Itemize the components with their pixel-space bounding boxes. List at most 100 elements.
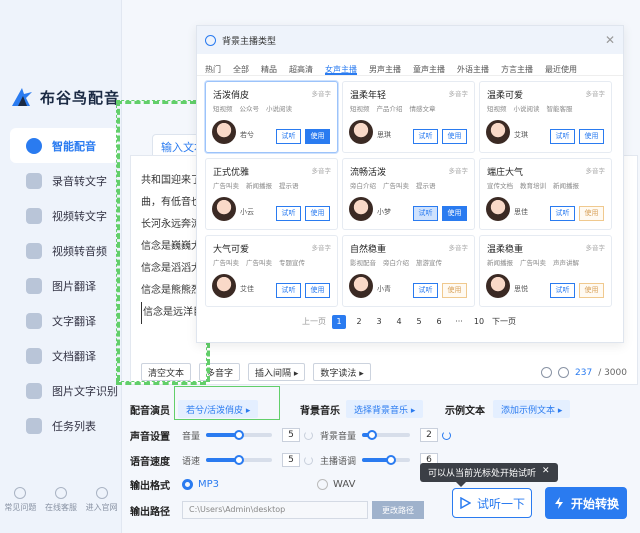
video-audio-icon: [26, 242, 42, 259]
avatar: [486, 274, 510, 298]
start-convert-button[interactable]: 开始转换: [545, 487, 627, 519]
try-listen-button[interactable]: 试听: [413, 129, 438, 144]
voice-card[interactable]: 活泼俏皮 多音字 短视频 公众号 小说阅读 若兮 试听 使用: [205, 81, 338, 153]
volume-slider-knob[interactable]: [234, 430, 245, 440]
sidebar-item[interactable]: 任务列表: [10, 408, 118, 443]
tab-category[interactable]: 最近使用: [545, 64, 577, 75]
try-listen-button[interactable]: 试听: [276, 283, 301, 298]
settings-icon[interactable]: [541, 367, 552, 378]
voice-tag: 产品介绍: [376, 105, 403, 113]
sidebar-item[interactable]: 视频转音频: [10, 233, 118, 268]
editor-tool-button[interactable]: 数字读法 ▸: [313, 363, 371, 381]
use-voice-button[interactable]: 使用: [442, 206, 467, 221]
voice-tag: 短视频: [213, 105, 233, 113]
speed-reset-icon[interactable]: [304, 455, 314, 465]
tab-category[interactable]: 全部: [233, 64, 249, 75]
voice-card[interactable]: 温柔可爱 多音字 短视频 小说阅读 智能客服 艾琪 试听 使用: [479, 81, 612, 153]
try-listen-button[interactable]: 试听: [550, 283, 575, 298]
voice-card[interactable]: 自然稳重 多音字 影视配音 旁白介绍 旅游宣传 小青 试听 使用: [342, 235, 475, 307]
try-listen-button[interactable]: 试听: [413, 206, 438, 221]
voice-card[interactable]: 温柔稳重 多音字 新闻播报 广告叫卖 声声讲解 思悦 试听 使用: [479, 235, 612, 307]
tab-category[interactable]: 童声主播: [413, 64, 445, 75]
page-number[interactable]: 3: [372, 315, 386, 329]
mp3-label[interactable]: MP3: [198, 479, 219, 490]
popup-close-icon[interactable]: ✕: [605, 33, 615, 47]
speed-slider[interactable]: [206, 455, 273, 465]
try-listen-button[interactable]: 试听: [276, 206, 301, 221]
sidebar-item[interactable]: 文字翻译: [10, 303, 118, 338]
voice-actor-name: 小青: [377, 285, 391, 293]
editor-tool-button[interactable]: 清空文本: [141, 363, 192, 381]
tab-category[interactable]: 热门: [205, 64, 221, 75]
editor-tool-button[interactable]: 插入间隔 ▸: [248, 363, 306, 381]
page-number[interactable]: 6: [432, 315, 446, 329]
sidebar-item[interactable]: 智能配音: [10, 128, 118, 163]
try-listen-button[interactable]: 试听: [413, 283, 438, 298]
page-number[interactable]: 5: [412, 315, 426, 329]
try-listen-button[interactable]: 试听: [550, 206, 575, 221]
bgm-select[interactable]: 选择背景音乐 ▸: [346, 400, 424, 418]
speed-slider-knob[interactable]: [234, 455, 245, 465]
page-number[interactable]: 1: [332, 315, 346, 329]
use-voice-button[interactable]: 使用: [579, 129, 604, 144]
mp3-radio[interactable]: [182, 478, 193, 490]
multi-pronunciation-badge: 多音字: [448, 167, 469, 175]
use-voice-button[interactable]: 使用: [305, 129, 330, 144]
editor-text[interactable]: 共和国迎来了曲，有低音也长河永远奔流， 信念是巍巍大信念是滔滔大信念是熊熊烈信念是…: [141, 170, 201, 324]
tab-category[interactable]: 精品: [261, 64, 277, 75]
tone-slider[interactable]: [362, 455, 411, 465]
tone-slider-knob[interactable]: [385, 455, 396, 465]
wav-label[interactable]: WAV: [333, 479, 355, 490]
try-listen-button[interactable]: 试听: [550, 129, 575, 144]
volume-value[interactable]: 5: [282, 428, 301, 442]
bg-volume-slider-knob[interactable]: [366, 430, 377, 440]
history-icon[interactable]: [558, 367, 569, 378]
listen-button[interactable]: 试听一下: [452, 488, 532, 518]
voice-card[interactable]: 流畅活泼 多音字 旁白介绍 广告叫卖 提示语 小梦 试听 使用: [342, 158, 475, 230]
page-number[interactable]: 2: [352, 315, 366, 329]
bg-volume-value[interactable]: 2: [420, 428, 439, 442]
sample-select[interactable]: 添加示例文本 ▸: [493, 400, 571, 418]
voice-style-name: 流畅活泼: [350, 168, 387, 178]
use-voice-button[interactable]: 使用: [305, 283, 330, 298]
char-count-total: / 3000: [598, 367, 627, 378]
page-number[interactable]: 4: [392, 315, 406, 329]
bg-volume-slider[interactable]: [362, 430, 411, 440]
use-voice-button[interactable]: 使用: [442, 129, 467, 144]
page-number[interactable]: ···: [452, 315, 466, 329]
tab-category[interactable]: 方言主播: [501, 64, 533, 75]
try-listen-button[interactable]: 试听: [276, 129, 301, 144]
tab-category[interactable]: 男声主播: [369, 64, 401, 75]
voice-card[interactable]: 大气可爱 多音字 广告叫卖 广告叫卖 专题宣传 艾佳 试听 使用: [205, 235, 338, 307]
voice-card[interactable]: 端庄大气 多音字 宣传文档 教育培训 新闻播报 思佳 试听 使用: [479, 158, 612, 230]
footer-link[interactable]: 进入官网: [86, 487, 118, 513]
use-voice-button[interactable]: 使用: [442, 283, 467, 298]
prev-page-button[interactable]: 上一页: [302, 315, 326, 329]
next-page-button[interactable]: 下一页: [492, 315, 516, 329]
tooltip-close-icon[interactable]: ✕: [542, 466, 550, 479]
use-voice-button[interactable]: 使用: [579, 206, 604, 221]
sidebar-item[interactable]: 录音转文字: [10, 163, 118, 198]
output-path-input[interactable]: C:\Users\Admin\desktop: [182, 501, 368, 519]
change-path-button[interactable]: 更改路径: [372, 501, 424, 519]
speed-value[interactable]: 5: [282, 453, 301, 467]
bg-volume-reset-icon[interactable]: [442, 430, 452, 440]
tab-category[interactable]: 女声主播: [325, 64, 357, 75]
footer-link[interactable]: 常见问题: [4, 487, 36, 513]
volume-reset-icon[interactable]: [304, 430, 314, 440]
volume-slider[interactable]: [206, 430, 273, 440]
sidebar-item[interactable]: 图片翻译: [10, 268, 118, 303]
mic-icon: [26, 137, 42, 154]
sidebar-item[interactable]: 文档翻译: [10, 338, 118, 373]
tab-category[interactable]: 外语主播: [457, 64, 489, 75]
use-voice-button[interactable]: 使用: [305, 206, 330, 221]
use-voice-button[interactable]: 使用: [579, 283, 604, 298]
sidebar-item[interactable]: 视频转文字: [10, 198, 118, 233]
voice-card[interactable]: 温柔年轻 多音字 短视频 产品介绍 情感文章 思琪 试听 使用: [342, 81, 475, 153]
tab-category[interactable]: 超高清: [289, 64, 313, 75]
voice-card[interactable]: 正式优雅 多音字 广告叫卖 新闻播报 提示语 小云 试听 使用: [205, 158, 338, 230]
wav-radio[interactable]: [317, 478, 329, 490]
sidebar-item[interactable]: 图片文字识别: [10, 373, 118, 408]
page-number[interactable]: 10: [472, 315, 486, 329]
footer-link[interactable]: 在线客服: [45, 487, 77, 513]
